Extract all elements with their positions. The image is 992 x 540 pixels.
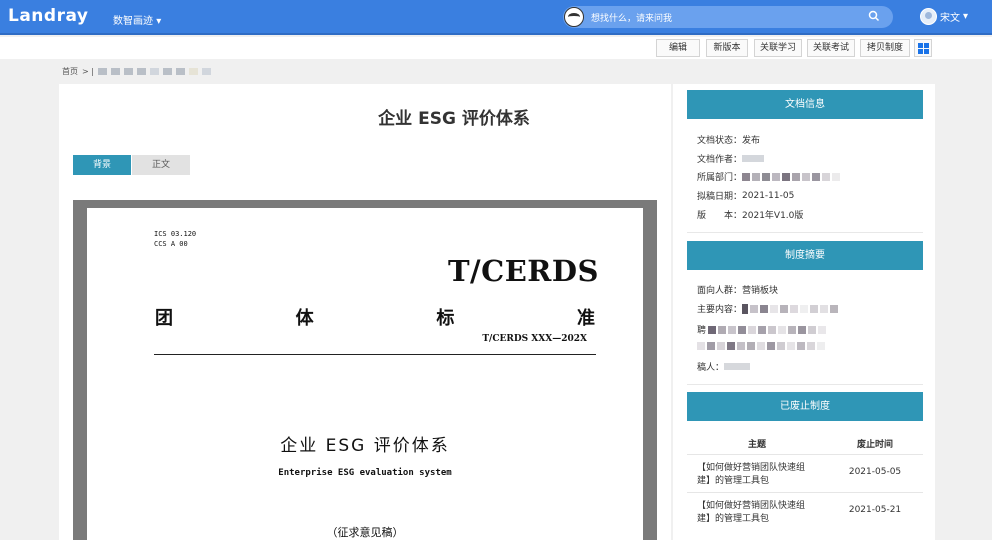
pdf-viewer[interactable]: ICS 03.120 CCS A 00 T/CERDS 团 体 标 准 T/CE…	[73, 200, 657, 540]
abolished-time: 2021-05-05	[848, 467, 902, 477]
redacted-block	[123, 68, 133, 75]
abolished-table-header: 主题 废止时间	[687, 433, 923, 453]
tab-background[interactable]: 背景	[73, 155, 131, 175]
redacted-block	[149, 68, 159, 75]
nav-menu-label: 数智画迹	[113, 16, 153, 27]
content-row-line2: 聘	[697, 323, 827, 336]
redacted-block	[175, 68, 185, 75]
redacted-block	[742, 303, 839, 314]
summary-heading: 制度摘要	[687, 241, 923, 270]
pdf-english-title: Enterprise ESG evaluation system	[278, 468, 452, 478]
table-row[interactable]: 【如何做好营销团队快速组建】的管理工具包 2021-05-21	[687, 492, 923, 528]
grid-view-icon[interactable]	[914, 39, 932, 57]
redacted-block	[136, 68, 146, 75]
robot-assistant-icon	[564, 7, 584, 27]
doc-status-value: 发布	[742, 136, 761, 146]
redacted-block	[201, 68, 211, 75]
ics-classification: ICS 03.120 CCS A 00	[154, 230, 197, 248]
pdf-draft-note: （征求意见稿）	[326, 526, 404, 539]
pdf-chinese-title: 企业 ESG 评价体系	[280, 436, 450, 456]
landray-logo[interactable]: Landray	[8, 6, 89, 26]
doc-version-value: 2021年V1.0版	[742, 211, 804, 221]
doc-date-value: 2021-11-05	[742, 190, 795, 201]
search-input[interactable]: 想找什么，请来问我	[591, 11, 672, 24]
abolished-heading: 已废止制度	[687, 392, 923, 421]
audience-row: 面向人群： 营销板块	[697, 283, 778, 296]
nav-menu-dropdown[interactable]: 数智画迹 ▾	[113, 12, 161, 27]
reviewer-row: 稿人：	[697, 360, 751, 373]
redacted-block	[97, 68, 107, 75]
abolished-subject-link[interactable]: 【如何做好营销团队快速组建】的管理工具包	[697, 462, 817, 488]
divider	[154, 354, 596, 355]
chevron-down-icon: ▾	[156, 16, 162, 27]
divider	[687, 384, 923, 385]
abolished-subject-link[interactable]: 【如何做好营销团队快速组建】的管理工具包	[697, 500, 817, 526]
user-name: 宋文	[940, 13, 960, 24]
audience-value: 营销板块	[742, 286, 779, 296]
search-bar[interactable]: 想找什么，请来问我	[563, 6, 893, 28]
redacted-block	[162, 68, 172, 75]
edit-button[interactable]: 编辑	[656, 39, 700, 57]
divider	[687, 232, 923, 233]
doc-dept-row: 所属部门：	[697, 170, 841, 183]
doc-date-row: 拟稿日期： 2021-11-05	[697, 190, 795, 203]
doc-author-row: 文档作者：	[697, 152, 765, 165]
pdf-page: ICS 03.120 CCS A 00 T/CERDS 团 体 标 准 T/CE…	[87, 208, 643, 540]
standard-code: T/CERDS	[447, 254, 599, 288]
document-main-panel: 企业 ESG 评价体系 背景 正文 ICS 03.120 CCS A 00 T/…	[59, 84, 671, 540]
content-row: 主要内容：	[697, 302, 839, 315]
avatar	[920, 8, 937, 25]
content-row-line3	[697, 342, 825, 350]
redacted-block	[724, 363, 751, 370]
abolished-time: 2021-05-21	[848, 505, 902, 515]
link-learning-button[interactable]: 关联学习	[754, 39, 802, 57]
breadcrumb: 首页 > |	[62, 66, 211, 77]
user-menu[interactable]: 宋文 ▾	[920, 8, 968, 25]
top-header: Landray 数智画迹 ▾ 想找什么，请来问我 宋文 ▾	[0, 0, 992, 35]
tab-body[interactable]: 正文	[132, 155, 190, 175]
breadcrumb-separator: > |	[82, 67, 94, 76]
doc-status-row: 文档状态： 发布	[697, 133, 760, 146]
redacted-block	[742, 172, 841, 181]
standard-number: T/CERDS XXX—202X	[482, 334, 587, 344]
doc-info-heading: 文档信息	[687, 90, 923, 119]
copy-policy-button[interactable]: 拷贝制度	[860, 39, 910, 57]
redacted-block	[742, 155, 765, 162]
breadcrumb-home[interactable]: 首页	[62, 66, 78, 77]
table-row[interactable]: 【如何做好营销团队快速组建】的管理工具包 2021-05-05	[687, 454, 923, 490]
doc-version-row: 版 本： 2021年V1.0版	[697, 208, 803, 221]
new-version-button[interactable]: 新版本	[706, 39, 748, 57]
document-toolbar: 编辑 新版本 关联学习 关联考试 拷贝制度	[0, 37, 992, 59]
redacted-block	[188, 68, 198, 75]
chevron-down-icon: ▾	[963, 11, 969, 22]
link-exam-button[interactable]: 关联考试	[807, 39, 855, 57]
search-icon[interactable]	[867, 10, 881, 24]
column-abolish-time: 废止时间	[856, 440, 893, 450]
redacted-block	[110, 68, 120, 75]
column-subject: 主题	[747, 440, 766, 450]
standard-type: 团 体 标 准	[155, 308, 595, 329]
sidebar: 文档信息 文档状态： 发布 文档作者： 所属部门： 拟稿日期： 2021-11-05…	[673, 84, 935, 540]
